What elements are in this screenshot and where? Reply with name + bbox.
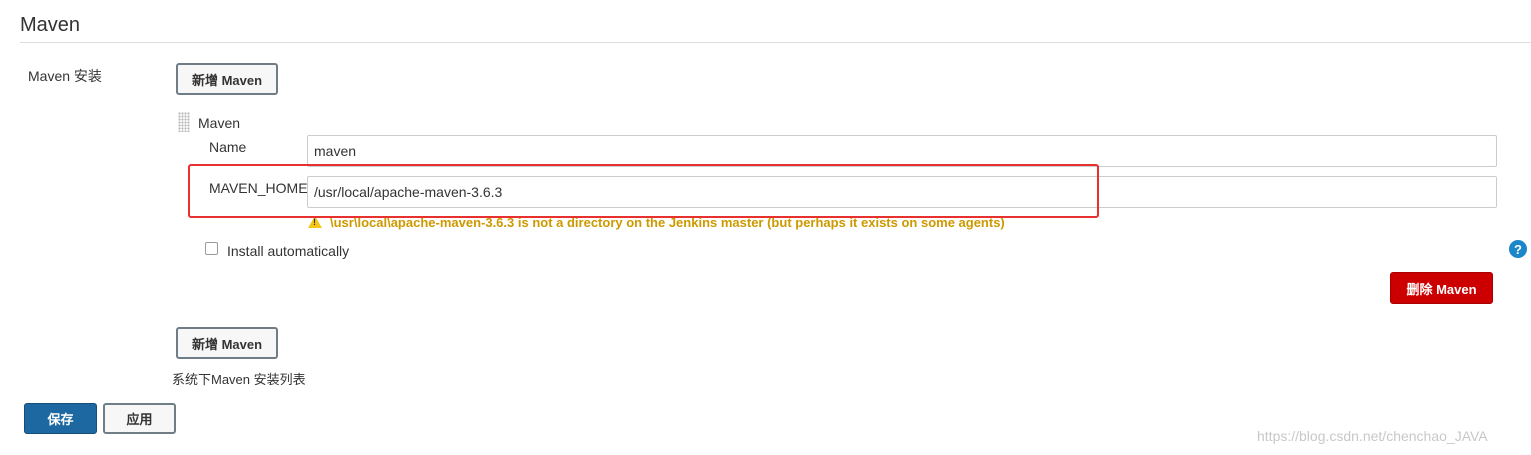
- name-input-value: maven: [314, 143, 357, 159]
- maven-home-input-value: /usr/local/apache-maven-3.6.3: [314, 184, 503, 200]
- install-automatically-checkbox[interactable]: [205, 242, 218, 255]
- watermark-text: https://blog.csdn.net/chenchao_JAVA: [1257, 428, 1488, 444]
- add-maven-button-top[interactable]: 新增 Maven: [176, 63, 278, 95]
- save-button[interactable]: 保存: [24, 403, 97, 434]
- maven-home-input[interactable]: /usr/local/apache-maven-3.6.3: [307, 176, 1497, 208]
- maven-home-label: MAVEN_HOME: [209, 180, 308, 196]
- warning-text: \usr\local\apache-maven-3.6.3 is not a d…: [330, 214, 1005, 230]
- help-icon[interactable]: ?: [1509, 240, 1527, 258]
- delete-maven-button[interactable]: 删除 Maven: [1390, 272, 1493, 304]
- maven-home-warning: \usr\local\apache-maven-3.6.3 is not a d…: [308, 213, 1005, 231]
- maven-install-label: Maven 安装: [28, 68, 102, 84]
- apply-button[interactable]: 应用: [103, 403, 176, 434]
- warning-icon: [308, 216, 322, 228]
- installation-header: Maven: [198, 115, 241, 131]
- section-divider: [20, 42, 1531, 43]
- name-label: Name: [209, 139, 247, 155]
- maven-install-description: 系统下Maven 安装列表: [172, 372, 306, 387]
- drag-handle-icon[interactable]: [178, 112, 190, 132]
- section-title: Maven: [20, 14, 81, 36]
- add-maven-button-bottom[interactable]: 新增 Maven: [176, 327, 278, 359]
- name-input[interactable]: maven: [307, 135, 1497, 167]
- install-automatically-label[interactable]: Install automatically: [227, 243, 349, 259]
